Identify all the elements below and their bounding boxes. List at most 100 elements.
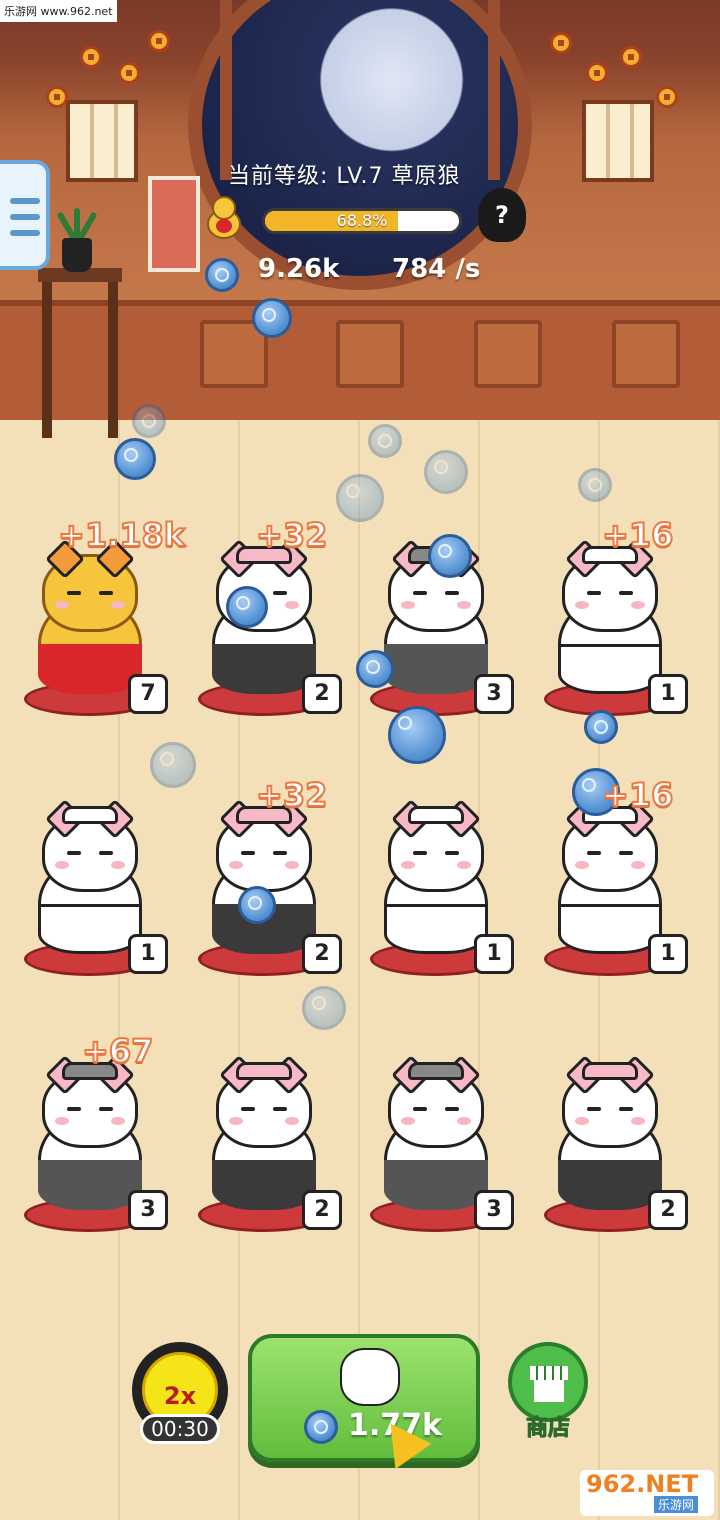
buy-cat-icon (340, 1348, 400, 1406)
coin-gain-label: +16 (601, 515, 674, 555)
cat-robe (384, 644, 488, 694)
menu-icon-bar (10, 214, 40, 220)
level-label: 当前等级: (228, 164, 329, 189)
next-level-mystery-icon: ? (478, 188, 526, 242)
coin-total: 9.26k (258, 254, 340, 284)
cat-hat (236, 1062, 292, 1080)
cat-level-badge: 3 (474, 674, 514, 714)
floating-coin[interactable] (150, 742, 196, 788)
coin-ornament (586, 62, 608, 84)
cat-slot[interactable]: 2 (178, 1036, 348, 1236)
coin-ornament (80, 46, 102, 68)
cat-slot[interactable]: 2 +32 (178, 775, 348, 980)
cat-robe (384, 1160, 488, 1210)
cat-head (562, 1055, 658, 1148)
level-name: 草原狼 (391, 164, 461, 189)
wall-panel (612, 320, 680, 388)
cat-slot[interactable]: 3 +67 (4, 1031, 174, 1236)
floating-coin[interactable] (388, 706, 446, 764)
floating-coin[interactable] (238, 886, 276, 924)
cat-level-badge: 2 (302, 934, 342, 974)
coin-ornament (118, 62, 140, 84)
boost-timer: 00:30 (140, 1414, 220, 1444)
cat-robe (38, 1160, 142, 1210)
potted-plant (52, 208, 100, 272)
floating-coin[interactable] (578, 468, 612, 502)
watermark-brand: 962.NET (586, 1470, 699, 1498)
wall-poster (148, 176, 200, 272)
cat-level-badge: 1 (128, 934, 168, 974)
lantern-right (582, 100, 654, 182)
floating-coin[interactable] (302, 986, 346, 1030)
cat-head (42, 539, 138, 632)
current-cat-icon (207, 196, 241, 239)
cat-head (562, 539, 658, 632)
wall-panel (474, 320, 542, 388)
coin-icon (304, 1410, 338, 1444)
cat-level-badge: 3 (128, 1190, 168, 1230)
cat-robe (38, 904, 142, 954)
level-value: LV.7 (336, 164, 384, 189)
cat-robe (38, 644, 142, 694)
floating-coin[interactable] (336, 474, 384, 522)
side-table (38, 268, 122, 438)
cat-slot[interactable]: 1 +16 (524, 775, 694, 980)
cat-robe (558, 644, 662, 694)
menu-button[interactable] (0, 160, 50, 270)
cat-head (42, 799, 138, 892)
coin-gain-label: +1.18k (57, 515, 186, 555)
floating-coin[interactable] (368, 424, 402, 458)
floating-coin[interactable] (252, 298, 292, 338)
window-frame (220, 0, 232, 180)
cat-level-badge: 1 (648, 674, 688, 714)
cat-robe (212, 644, 316, 694)
coin-gain-label: +67 (81, 1031, 154, 1071)
cat-hat (582, 1062, 638, 1080)
lantern-left (66, 100, 138, 182)
watermark-top: 乐游网 www.962.net (0, 0, 117, 22)
floating-coin[interactable] (132, 404, 166, 438)
watermark-sub: 乐游网 (654, 1496, 699, 1513)
cat-slot[interactable]: 2 (524, 1036, 694, 1236)
coin-ornament (656, 86, 678, 108)
cat-slot[interactable]: 1 (350, 780, 520, 980)
floating-coin[interactable] (428, 534, 472, 578)
coin-gain-label: +16 (601, 775, 674, 815)
cat-robe (558, 1160, 662, 1210)
coin-ornament (620, 46, 642, 68)
cat-head (388, 799, 484, 892)
cat-hat (408, 806, 464, 824)
cat-slot[interactable]: 1 (4, 780, 174, 980)
cat-level-badge: 1 (474, 934, 514, 974)
coin-icon (205, 258, 239, 292)
level-title: 当前等级: LV.7 草原狼 (228, 158, 468, 190)
cat-head (216, 1055, 312, 1148)
floating-coin[interactable] (424, 450, 468, 494)
floating-coin[interactable] (356, 650, 394, 688)
cat-head (388, 1055, 484, 1148)
cat-slot[interactable]: 1 +16 (524, 515, 694, 720)
cat-slot[interactable]: 7 +1.18k (4, 515, 186, 720)
level-progress-bar: 68.8% (262, 208, 462, 234)
window-frame (488, 0, 500, 180)
cat-level-badge: 7 (128, 674, 168, 714)
cat-level-badge: 2 (302, 674, 342, 714)
cat-hat (408, 1062, 464, 1080)
cat-level-badge: 2 (302, 1190, 342, 1230)
shop-label: 商店 (525, 1416, 570, 1442)
wall-panel (336, 320, 404, 388)
floating-coin[interactable] (114, 438, 156, 480)
cat-robe (384, 904, 488, 954)
floating-coin[interactable] (584, 710, 618, 744)
cat-head (42, 1055, 138, 1148)
shop-icon-door (534, 1380, 564, 1402)
coin-ornament (550, 32, 572, 54)
floating-coin[interactable] (226, 586, 268, 628)
cat-slot[interactable]: 3 (350, 1036, 520, 1236)
cat-level-badge: 2 (648, 1190, 688, 1230)
speed-boost-button[interactable]: 2x 00:30 (132, 1342, 228, 1444)
coin-gain-label: +32 (255, 515, 328, 555)
menu-icon-bar (10, 230, 40, 236)
buy-cat-button[interactable]: 1.77k (248, 1334, 480, 1462)
coin-ornament (46, 86, 68, 108)
